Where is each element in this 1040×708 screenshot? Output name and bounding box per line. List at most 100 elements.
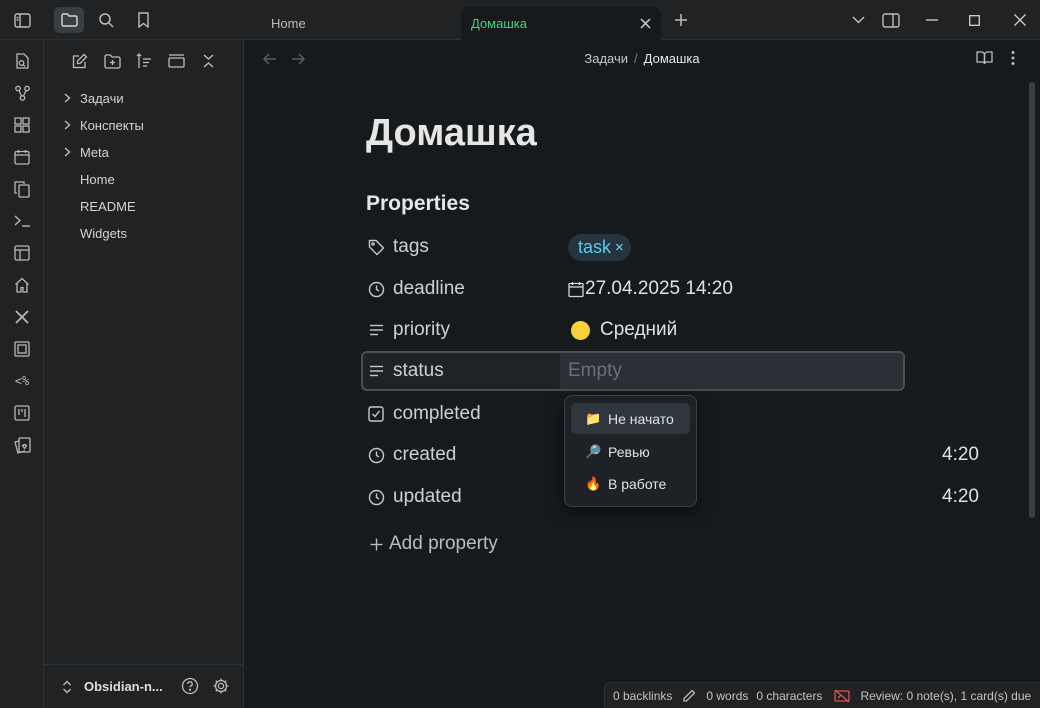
property-value[interactable]: task × — [568, 227, 631, 267]
property-key[interactable]: tags — [367, 227, 429, 267]
toggle-right-sidebar-button[interactable] — [879, 8, 903, 32]
status-input[interactable]: Empty — [568, 351, 622, 391]
search-view-button[interactable] — [91, 7, 121, 33]
edit-icon — [72, 53, 88, 69]
auto-reveal-button[interactable] — [164, 50, 188, 72]
bookmark-icon — [137, 12, 150, 28]
property-value[interactable]: 27.04.2025 14:20 — [568, 269, 733, 309]
property-key[interactable]: completed — [367, 394, 481, 434]
tree-file-home[interactable]: Home — [64, 167, 234, 191]
status-option-label: В работе — [608, 475, 667, 492]
slides-icon[interactable] — [11, 338, 33, 360]
list-icon — [367, 362, 385, 380]
tools-icon[interactable] — [11, 306, 33, 328]
add-property-label: Add property — [389, 533, 498, 554]
breadcrumb-parent[interactable]: Задачи — [584, 51, 628, 66]
more-options-button[interactable] — [1010, 50, 1016, 66]
tree-folder-zadachi[interactable]: Задачи — [64, 86, 234, 110]
kanban-icon[interactable] — [11, 402, 33, 424]
properties-heading[interactable]: Properties — [366, 192, 470, 216]
sidebar-toggle-icon — [13, 12, 31, 28]
toggle-sidebar-button[interactable] — [7, 7, 37, 33]
status-option-v-rabote[interactable]: 🔥 В работе — [571, 468, 690, 499]
bookmarks-view-button[interactable] — [128, 7, 158, 33]
new-note-button[interactable] — [68, 50, 92, 72]
tab-list-button[interactable] — [846, 8, 870, 32]
flashcards-icon[interactable] — [11, 434, 33, 456]
close-window-button[interactable] — [1008, 8, 1032, 32]
minimize-button[interactable] — [920, 8, 944, 32]
property-value[interactable]: 4:20 — [942, 477, 979, 517]
tab-home[interactable]: Home — [258, 7, 458, 40]
clock-icon — [367, 488, 385, 506]
property-key[interactable]: priority — [367, 310, 450, 350]
tab-label: Домашка — [471, 16, 527, 31]
property-key[interactable]: updated — [367, 477, 462, 517]
layout-icon[interactable] — [11, 242, 33, 264]
status-option-revyu[interactable]: 🔎 Ревью — [571, 436, 690, 467]
new-folder-button[interactable] — [100, 50, 124, 72]
tree-file-readme[interactable]: README — [64, 194, 234, 218]
breadcrumb: Задачи / Домашка — [244, 51, 1040, 66]
folder-plus-icon — [103, 53, 121, 69]
collapse-all-button[interactable] — [196, 50, 220, 72]
tree-folder-meta[interactable]: Meta — [64, 140, 234, 164]
home-icon[interactable] — [11, 274, 33, 296]
list-icon — [367, 321, 385, 339]
remove-tag-icon[interactable]: × — [615, 239, 624, 256]
vault-bar: Obsidian-n... — [44, 664, 243, 708]
terminal-icon[interactable] — [11, 210, 33, 232]
property-key[interactable]: created — [367, 435, 456, 475]
sort-button[interactable] — [132, 50, 156, 72]
property-key[interactable]: deadline — [367, 269, 465, 309]
tree-item-label: Widgets — [80, 225, 127, 241]
sync-off-icon[interactable] — [834, 689, 851, 703]
priority-value: Средний — [600, 319, 678, 340]
calendar-icon[interactable] — [11, 146, 33, 168]
graph-view-icon[interactable] — [11, 82, 33, 104]
tree-file-widgets[interactable]: Widgets — [64, 221, 234, 245]
plus-icon — [674, 13, 688, 27]
status-option-ne-nachato[interactable]: 📁 Не начато — [571, 403, 690, 434]
tag-pill[interactable]: task × — [568, 233, 631, 261]
tag-label: task — [578, 236, 612, 257]
page-title[interactable]: Домашка — [366, 112, 537, 155]
scrollbar[interactable] — [1029, 82, 1035, 518]
search-icon — [98, 12, 114, 28]
templater-icon[interactable]: <% — [11, 370, 33, 392]
new-tab-button[interactable] — [669, 8, 693, 32]
property-key[interactable]: status — [367, 351, 444, 391]
maximize-button[interactable] — [962, 8, 986, 32]
add-property-button[interactable]: Add property — [370, 533, 498, 555]
vault-switcher-icon[interactable] — [62, 680, 72, 694]
property-value[interactable]: 4:20 — [942, 435, 979, 475]
folder-icon: 📁 — [585, 410, 602, 426]
property-value[interactable]: Средний — [571, 310, 677, 350]
minimize-icon — [926, 19, 938, 21]
copy-icon[interactable] — [11, 178, 33, 200]
file-explorer: Задачи Конспекты Meta Home README Widget… — [44, 40, 244, 708]
property-tags: tags task × — [361, 227, 905, 267]
status-option-label: Ревью — [608, 443, 650, 460]
property-status: status Empty — [361, 351, 905, 391]
vault-name[interactable]: Obsidian-n... — [84, 679, 163, 694]
chevron-right-icon — [64, 147, 80, 157]
tab-domashka[interactable]: Домашка — [461, 7, 661, 40]
help-icon[interactable] — [181, 677, 199, 695]
property-key-label: updated — [393, 486, 462, 507]
magnifier-icon: 🔎 — [585, 443, 602, 459]
breadcrumb-current[interactable]: Домашка — [644, 51, 700, 66]
pencil-icon[interactable] — [682, 689, 696, 703]
close-icon[interactable] — [637, 15, 653, 31]
backlinks-count[interactable]: 0 backlinks — [613, 689, 672, 703]
settings-gear-icon[interactable] — [212, 677, 230, 695]
calendar-icon[interactable] — [568, 281, 584, 298]
yellow-circle-icon — [571, 320, 590, 340]
reading-view-button[interactable] — [976, 50, 993, 65]
open-quick-switcher-icon[interactable] — [11, 50, 33, 72]
tree-folder-konspekty[interactable]: Конспекты — [64, 113, 234, 137]
canvas-icon[interactable] — [11, 114, 33, 136]
status-option-label: Не начато — [608, 410, 674, 427]
files-view-button[interactable] — [54, 7, 84, 33]
review-status[interactable]: Review: 0 note(s), 1 card(s) due — [860, 689, 1031, 703]
